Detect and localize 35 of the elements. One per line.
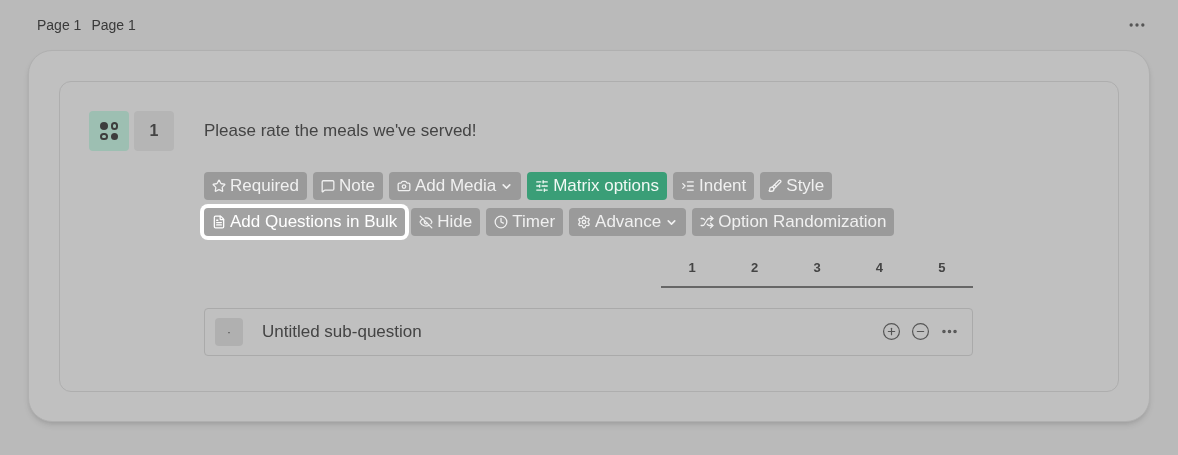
toolbar-button[interactable]: Option Randomization [692, 208, 895, 236]
question-type-icon[interactable] [89, 111, 129, 151]
sliders-icon [535, 179, 550, 193]
scale-label: 5 [937, 259, 947, 277]
indent-icon [681, 179, 696, 193]
camera-icon [396, 179, 411, 193]
brush-icon [768, 179, 783, 193]
row-marker[interactable]: · [215, 317, 243, 346]
star-icon [212, 179, 226, 193]
toolbar-button[interactable]: Add Media [388, 172, 522, 200]
toolbar-button[interactable]: Advance [569, 208, 687, 236]
add-icon[interactable] [882, 322, 901, 341]
remove-icon[interactable] [911, 322, 930, 341]
question-number: 1 [134, 111, 174, 151]
scale-label: 2 [750, 259, 760, 277]
toolbar-button[interactable]: Indent [673, 172, 755, 200]
toolbar-button[interactable]: Matrix options [527, 172, 668, 200]
shuffle-icon [700, 215, 715, 229]
breadcrumb-item[interactable]: Page 1 [91, 14, 136, 36]
toolbar-button[interactable]: Style [760, 172, 833, 200]
gear-icon [577, 215, 592, 229]
scale-label: 1 [687, 259, 697, 277]
document-icon [212, 215, 226, 229]
toolbar-button[interactable]: Required [204, 172, 307, 200]
toolbar-button[interactable]: Timer [486, 208, 564, 236]
clock-icon [494, 215, 509, 229]
toolbar-button[interactable]: Note [313, 172, 383, 200]
scale-label: 4 [874, 259, 885, 277]
eye-off-icon [419, 215, 434, 229]
scale-label: 3 [812, 259, 822, 277]
sub-question-text[interactable]: Untitled sub-question [262, 318, 882, 345]
breadcrumb-item[interactable]: Page 1 [37, 14, 82, 36]
question-title[interactable]: Please rate the meals we've served! [204, 111, 1089, 151]
speech-bubble-icon [321, 179, 335, 193]
toolbar-button[interactable]: Hide [411, 208, 481, 236]
